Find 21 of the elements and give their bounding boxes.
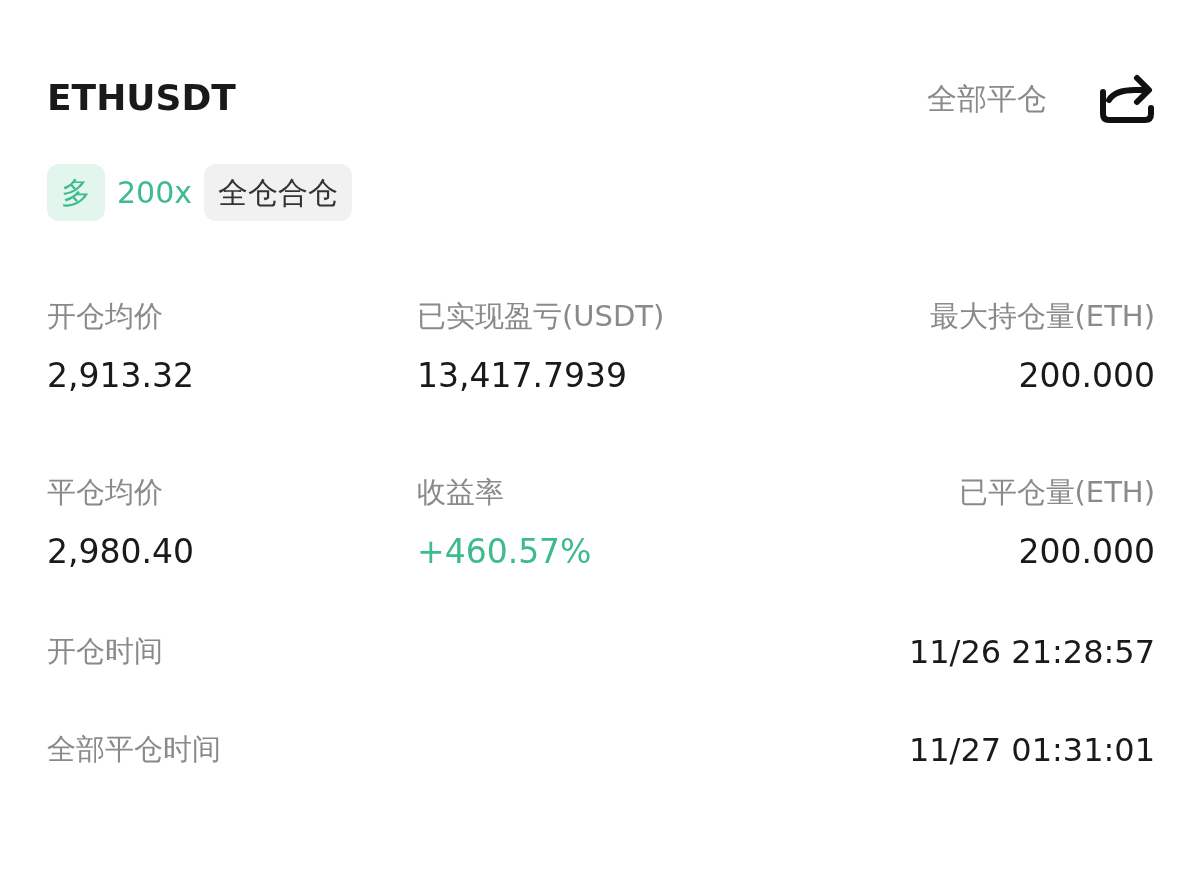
stat-label: 已平仓量(ETH): [958, 475, 1155, 511]
margin-mode-tag: 全仓合仓: [204, 164, 352, 221]
direction-tag: 多: [47, 164, 105, 221]
stat-label: 平仓均价: [47, 475, 163, 511]
stat-value: 13,417.7939: [417, 355, 627, 396]
time-label: 开仓时间: [47, 634, 163, 670]
stat-label: 已实现盈亏(USDT): [417, 299, 665, 334]
time-value: 11/27 01:31:01: [908, 729, 1155, 771]
stat-label: 最大持仓量(ETH): [929, 299, 1155, 334]
stat-value: +460.57%: [417, 532, 592, 572]
time-label: 全部平仓时间: [47, 732, 221, 768]
stat-value: 2,913.32: [47, 355, 194, 396]
stat-value: 200.000: [1018, 355, 1155, 396]
leverage-label: 200x: [116, 174, 193, 212]
stat-label: 开仓均价: [47, 299, 163, 334]
stat-label: 收益率: [417, 475, 504, 511]
symbol-title: ETHUSDT: [47, 76, 236, 120]
stat-value: 2,980.40: [47, 532, 194, 572]
close-all-link[interactable]: 全部平仓: [927, 75, 1047, 121]
stat-value: 200.000: [1018, 532, 1155, 572]
time-value: 11/26 21:28:57: [908, 631, 1155, 673]
